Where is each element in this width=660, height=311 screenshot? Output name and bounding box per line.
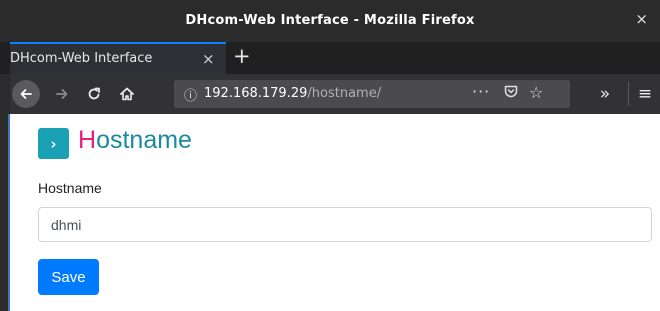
window-titlebar: DHcom-Web Interface - Mozilla Firefox × (0, 0, 660, 42)
reload-button[interactable] (82, 74, 106, 114)
heading-chevron-icon: › (38, 128, 69, 159)
chevron-right-icon: › (50, 134, 57, 153)
url-path: /hostname/ (307, 86, 382, 101)
site-info-icon[interactable]: ⓘ (184, 85, 197, 104)
navigation-toolbar: ⓘ 192.168.179.29/hostname/ ··· ☆ » ≡ (10, 74, 660, 114)
back-button[interactable] (12, 80, 40, 108)
overflow-menu-button[interactable]: » (592, 74, 618, 114)
url-text[interactable]: 192.168.179.29/hostname/ (204, 86, 381, 101)
chevrons-right-icon: » (599, 84, 611, 104)
new-tab-button[interactable]: + (233, 44, 251, 68)
hamburger-menu-button[interactable]: ≡ (632, 74, 658, 114)
page-content: › Hostname Hostname Save (10, 114, 660, 311)
forward-arrow-icon (56, 89, 68, 99)
toolbar-separator (628, 82, 629, 106)
url-bar[interactable]: ⓘ 192.168.179.29/hostname/ ··· ☆ (174, 80, 570, 108)
hostname-label: Hostname (38, 180, 102, 196)
home-icon (120, 87, 134, 101)
home-button[interactable] (114, 74, 140, 114)
tab-bar: DHcom-Web Interface × + (0, 42, 660, 74)
page-actions-icon[interactable]: ··· (472, 82, 490, 101)
hostname-input[interactable] (38, 207, 652, 242)
hamburger-menu-icon: ≡ (637, 84, 653, 104)
bookmark-star-icon[interactable]: ☆ (529, 83, 543, 102)
pocket-icon[interactable] (504, 85, 518, 98)
window-title: DHcom-Web Interface - Mozilla Firefox (185, 13, 475, 28)
url-host: 192.168.179.29 (204, 86, 308, 101)
window-left-edge (0, 74, 10, 311)
forward-button[interactable] (50, 74, 74, 114)
tab-dhcom-web-interface[interactable]: DHcom-Web Interface × (10, 42, 226, 74)
tab-close-button[interactable]: × (202, 50, 215, 68)
page-title: Hostname (78, 126, 192, 155)
window-close-button[interactable]: × (635, 10, 648, 28)
reload-icon (88, 87, 100, 100)
tab-label: DHcom-Web Interface (10, 51, 153, 66)
page-title-rest: ostname (96, 126, 192, 154)
back-arrow-icon (20, 89, 32, 99)
page-title-first-letter: H (78, 126, 97, 154)
save-button[interactable]: Save (38, 259, 99, 295)
